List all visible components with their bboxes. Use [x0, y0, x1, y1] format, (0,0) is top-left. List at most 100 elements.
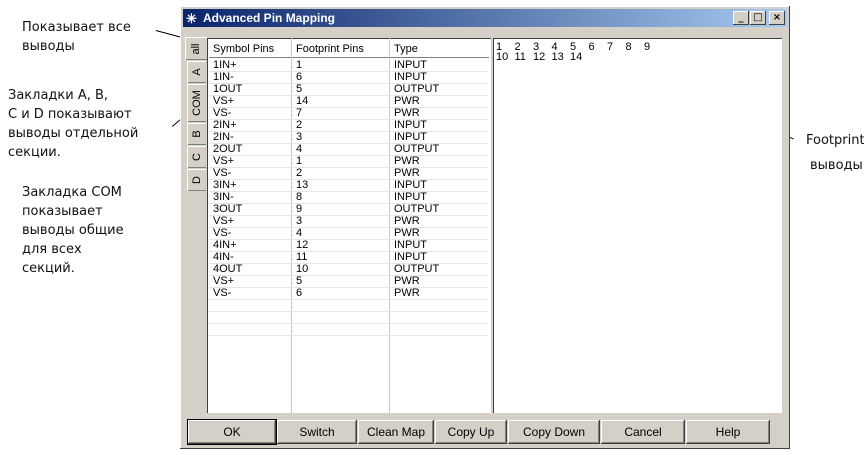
table-row[interactable]: 1IN- 6 INPUT [209, 71, 487, 84]
cell-type[interactable]: PWR [394, 107, 420, 119]
footprint-pin[interactable]: 13 [552, 52, 564, 63]
title-bar[interactable]: ✳ Advanced Pin Mapping _ □ × [183, 9, 787, 27]
cell-footprint-pin[interactable]: 12 [296, 239, 308, 251]
table-row[interactable]: VS- 6 PWR [209, 287, 487, 300]
table-row[interactable]: VS- 4 PWR [209, 227, 487, 240]
footprint-pins-panel[interactable]: 1 2 3 4 5 6 7 8 9 10 11 12 13 14 [493, 38, 782, 413]
cell-footprint-pin[interactable]: 5 [296, 83, 302, 95]
cell-type[interactable]: PWR [394, 167, 420, 179]
cell-symbol-pin[interactable]: 1IN+ [213, 59, 237, 71]
maximize-button[interactable]: □ [750, 11, 766, 25]
tab-a[interactable]: A [187, 61, 206, 83]
cell-footprint-pin[interactable]: 2 [296, 167, 302, 179]
cell-symbol-pin[interactable]: 3IN- [213, 191, 234, 203]
table-row[interactable]: 1IN+ 1 INPUT [209, 59, 487, 72]
cell-footprint-pin[interactable]: 7 [296, 107, 302, 119]
pin-mapping-grid[interactable]: Symbol Pins Footprint Pins Type 1IN+ 1 INP… [207, 38, 491, 413]
cell-type[interactable]: OUTPUT [394, 83, 439, 95]
cell-type[interactable]: OUTPUT [394, 143, 439, 155]
footprint-pin[interactable]: 9 [644, 42, 650, 53]
cell-type[interactable]: INPUT [394, 59, 427, 71]
header-symbol-pins[interactable]: Symbol Pins [209, 40, 291, 58]
footprint-pin[interactable]: 8 [626, 42, 632, 53]
cell-footprint-pin[interactable]: 3 [296, 215, 302, 227]
header-footprint-pins[interactable]: Footprint Pins [292, 40, 389, 58]
cell-footprint-pin[interactable]: 10 [296, 263, 308, 275]
cell-type[interactable]: PWR [394, 215, 420, 227]
cell-type[interactable]: PWR [394, 95, 420, 107]
cell-symbol-pin[interactable]: 4IN+ [213, 239, 237, 251]
table-row[interactable]: 4OUT 10 OUTPUT [209, 263, 487, 276]
copy-down-button[interactable]: Copy Down [508, 420, 600, 444]
cell-symbol-pin[interactable]: 3IN+ [213, 179, 237, 191]
table-row[interactable]: VS+ 1 PWR [209, 155, 487, 168]
table-row[interactable]: 2OUT 4 OUTPUT [209, 143, 487, 156]
table-row[interactable]: 3IN- 8 INPUT [209, 191, 487, 204]
cell-type[interactable]: PWR [394, 227, 420, 239]
cell-footprint-pin[interactable]: 13 [296, 179, 308, 191]
table-row[interactable]: 4IN- 11 INPUT [209, 251, 487, 264]
cell-type[interactable]: PWR [394, 155, 420, 167]
cell-footprint-pin[interactable]: 6 [296, 71, 302, 83]
cell-symbol-pin[interactable]: 2IN- [213, 131, 234, 143]
table-row[interactable]: 4IN+ 12 INPUT [209, 239, 487, 252]
tab-b[interactable]: B [187, 123, 206, 145]
cell-type[interactable]: INPUT [394, 119, 427, 131]
footprint-pin[interactable]: 11 [515, 52, 526, 63]
cell-type[interactable]: PWR [394, 275, 420, 287]
tab-com[interactable]: COM [187, 84, 206, 122]
cell-symbol-pin[interactable]: VS+ [213, 155, 234, 167]
cell-symbol-pin[interactable]: 4OUT [213, 263, 242, 275]
table-row[interactable]: VS- 7 PWR [209, 107, 487, 120]
cell-type[interactable]: INPUT [394, 239, 427, 251]
cell-symbol-pin[interactable]: 2IN+ [213, 119, 237, 131]
cell-footprint-pin[interactable]: 3 [296, 131, 302, 143]
cell-type[interactable]: INPUT [394, 179, 427, 191]
header-type[interactable]: Type [390, 40, 489, 58]
cell-type[interactable]: OUTPUT [394, 203, 439, 215]
cell-footprint-pin[interactable]: 1 [296, 155, 302, 167]
table-row[interactable]: 1OUT 5 OUTPUT [209, 83, 487, 96]
cell-symbol-pin[interactable]: 4IN- [213, 251, 234, 263]
footprint-pin[interactable]: 7 [607, 42, 613, 53]
table-row[interactable]: VS+ 5 PWR [209, 275, 487, 288]
minimize-button[interactable]: _ [733, 11, 749, 25]
cell-footprint-pin[interactable]: 6 [296, 287, 302, 299]
cell-footprint-pin[interactable]: 14 [296, 95, 308, 107]
tab-all[interactable]: all [185, 37, 207, 60]
footprint-pin[interactable]: 6 [589, 42, 595, 53]
cell-type[interactable]: PWR [394, 287, 420, 299]
cell-footprint-pin[interactable]: 4 [296, 227, 302, 239]
cell-footprint-pin[interactable]: 2 [296, 119, 302, 131]
cell-footprint-pin[interactable]: 5 [296, 275, 302, 287]
table-row[interactable]: VS- 2 PWR [209, 167, 487, 180]
cell-symbol-pin[interactable]: VS+ [213, 275, 234, 287]
cell-type[interactable]: INPUT [394, 71, 427, 83]
table-row[interactable] [209, 312, 487, 324]
cell-type[interactable]: INPUT [394, 131, 427, 143]
footprint-pin[interactable]: 12 [533, 52, 545, 63]
cell-type[interactable]: OUTPUT [394, 263, 439, 275]
table-row[interactable]: 3IN+ 13 INPUT [209, 179, 487, 192]
cell-footprint-pin[interactable]: 8 [296, 191, 302, 203]
table-row[interactable] [209, 324, 487, 336]
cell-symbol-pin[interactable]: VS- [213, 167, 231, 179]
close-button[interactable]: × [769, 11, 785, 25]
table-row[interactable]: 2IN+ 2 INPUT [209, 119, 487, 132]
footprint-pin[interactable]: 10 [496, 52, 508, 63]
cell-symbol-pin[interactable]: 1IN- [213, 71, 234, 83]
cell-symbol-pin[interactable]: VS+ [213, 215, 234, 227]
table-row[interactable] [209, 300, 487, 312]
cell-symbol-pin[interactable]: 2OUT [213, 143, 242, 155]
cell-footprint-pin[interactable]: 11 [296, 251, 307, 263]
table-row[interactable]: 2IN- 3 INPUT [209, 131, 487, 144]
cell-symbol-pin[interactable]: VS+ [213, 95, 234, 107]
help-button[interactable]: Help [686, 420, 770, 444]
cell-footprint-pin[interactable]: 9 [296, 203, 302, 215]
cell-symbol-pin[interactable]: 3OUT [213, 203, 242, 215]
cell-type[interactable]: INPUT [394, 251, 427, 263]
cell-symbol-pin[interactable]: VS- [213, 287, 231, 299]
table-row[interactable]: 3OUT 9 OUTPUT [209, 203, 487, 216]
copy-up-button[interactable]: Copy Up [435, 420, 507, 444]
footprint-pin[interactable]: 14 [570, 52, 582, 63]
